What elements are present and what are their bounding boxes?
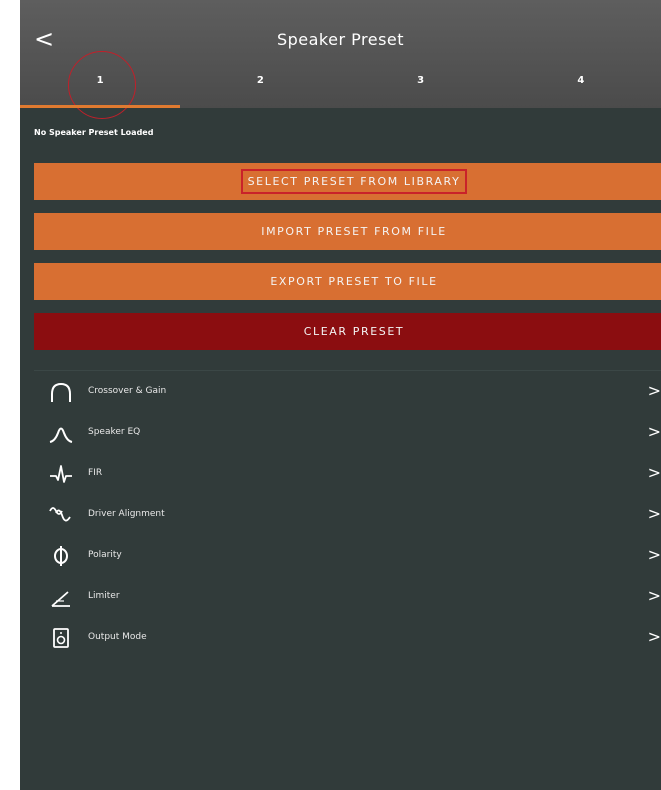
tab-label: 3 — [417, 75, 425, 86]
import-preset-button[interactable]: IMPORT PRESET FROM FILE — [34, 213, 661, 250]
app-screen: < Speaker Preset 1 2 3 4 No Speaker Pres… — [20, 0, 661, 790]
chevron-right-icon: > — [647, 381, 661, 400]
chevron-right-icon: > — [647, 504, 661, 523]
export-preset-label: EXPORT PRESET TO FILE — [270, 275, 438, 288]
header-bar: < Speaker Preset 1 2 3 4 — [20, 0, 661, 119]
chevron-right-icon: > — [647, 545, 661, 564]
output-tabs: 1 2 3 4 — [20, 51, 661, 119]
page-title: Speaker Preset — [276, 30, 405, 49]
speaker-icon — [48, 626, 74, 650]
tab-3[interactable]: 3 — [341, 62, 501, 108]
menu-item-label: FIR — [88, 468, 103, 478]
tab-label: 1 — [96, 75, 104, 86]
select-preset-label: SELECT PRESET FROM LIBRARY — [240, 169, 468, 194]
chevron-right-icon: > — [647, 463, 661, 482]
chevron-right-icon: > — [647, 422, 661, 441]
clear-preset-label: CLEAR PRESET — [303, 325, 405, 338]
menu-item-speaker-eq[interactable]: Speaker EQ > — [34, 415, 661, 453]
eq-curve-icon — [48, 421, 74, 445]
menu-item-output-mode[interactable]: Output Mode > — [34, 620, 661, 658]
menu-item-crossover-gain[interactable]: Crossover & Gain > — [34, 374, 661, 412]
menu-item-label: Limiter — [88, 591, 120, 601]
chevron-right-icon: > — [647, 586, 661, 605]
menu-item-label: Driver Alignment — [88, 509, 165, 519]
tab-label: 4 — [577, 75, 585, 86]
menu-item-polarity[interactable]: Polarity > — [34, 538, 661, 576]
menu-item-label: Crossover & Gain — [88, 386, 167, 396]
menu-item-fir[interactable]: FIR > — [34, 456, 661, 494]
menu-item-label: Speaker EQ — [88, 427, 141, 437]
import-preset-label: IMPORT PRESET FROM FILE — [261, 225, 447, 238]
tab-2[interactable]: 2 — [180, 62, 340, 108]
limiter-icon — [48, 585, 74, 609]
select-preset-button[interactable]: SELECT PRESET FROM LIBRARY — [34, 163, 661, 200]
polarity-icon — [48, 544, 74, 568]
preset-status: No Speaker Preset Loaded — [34, 128, 154, 137]
tab-1[interactable]: 1 — [20, 51, 181, 119]
chevron-right-icon: > — [647, 627, 661, 646]
menu-item-label: Output Mode — [88, 632, 147, 642]
fir-icon — [48, 462, 74, 486]
export-preset-button[interactable]: EXPORT PRESET TO FILE — [34, 263, 661, 300]
tab-label: 2 — [256, 75, 264, 86]
menu-item-label: Polarity — [88, 550, 122, 560]
alignment-icon — [48, 503, 74, 527]
divider — [34, 370, 661, 371]
crossover-icon — [48, 380, 74, 404]
clear-preset-button[interactable]: CLEAR PRESET — [34, 313, 661, 350]
tab-4[interactable]: 4 — [501, 62, 661, 108]
menu-item-limiter[interactable]: Limiter > — [34, 579, 661, 617]
menu-item-driver-alignment[interactable]: Driver Alignment > — [34, 497, 661, 535]
